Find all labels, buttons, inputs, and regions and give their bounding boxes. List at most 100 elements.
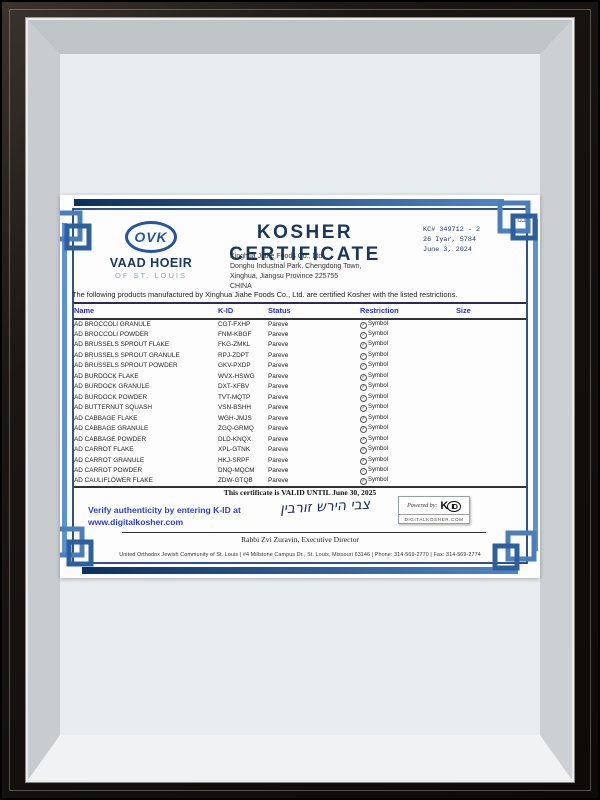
cell-restriction: ✓Symbol xyxy=(360,329,456,340)
certification-statement: The following products manufactured by X… xyxy=(72,290,528,299)
logo-org-subtitle: OF ST. LOUIS xyxy=(96,271,206,280)
table-row: AD BROCCOLI POWDER FNM-KBGF Pareve ✓Symb… xyxy=(74,329,526,340)
kid-logo-k: K xyxy=(440,500,447,512)
col-header-size: Size xyxy=(456,303,526,319)
cell-status: Pareve xyxy=(268,319,360,330)
cell-status: Pareve xyxy=(268,350,360,361)
table-row: AD CABBAGE GRANULE ZGQ-GRMQ Pareve ✓Symb… xyxy=(74,424,526,435)
cell-kid: HKJ-SRPF xyxy=(218,455,268,466)
cell-status: Pareve xyxy=(268,392,360,403)
cell-size xyxy=(456,424,526,435)
table-row: AD CARROT FLAKE XPL-GTNK Pareve ✓Symbol xyxy=(74,445,526,456)
cell-kid: TVT-MQTP xyxy=(218,392,268,403)
restriction-label: Symbol xyxy=(368,352,388,358)
cell-kid: XPL-GTNK xyxy=(218,445,268,456)
digitalkosher-domain: DIGITALKOSHER.COM xyxy=(399,514,469,523)
cell-restriction: ✓Symbol xyxy=(360,455,456,466)
cell-restriction: ✓Symbol xyxy=(360,445,456,456)
cell-name: AD CAULIFLOWER FLAKE xyxy=(74,476,218,487)
cell-name: AD BURDOCK GRANULE xyxy=(74,382,218,393)
table-row: AD CABBAGE POWDER DLD-KNQX Pareve ✓Symbo… xyxy=(74,434,526,445)
cell-name: AD BROCCOLI POWDER xyxy=(74,329,218,340)
circle-check-icon: ✓ xyxy=(360,353,367,360)
kid-powered-badge: Powered by: KID DIGITALKOSHER.COM xyxy=(398,496,470,524)
circle-check-icon: ✓ xyxy=(360,478,367,485)
circle-check-icon: ✓ xyxy=(360,416,367,423)
cell-size xyxy=(456,455,526,466)
table-row: AD BRUSSELS SPROUT FLAKE FKG-ZMKL Pareve… xyxy=(74,340,526,351)
cell-status: Pareve xyxy=(268,455,360,466)
cell-kid: CGT-FXHP xyxy=(218,319,268,330)
cell-restriction: ✓Symbol xyxy=(360,424,456,435)
circle-check-icon: ✓ xyxy=(360,374,367,381)
cell-size xyxy=(456,319,526,330)
cell-restriction: ✓Symbol xyxy=(360,434,456,445)
cell-size xyxy=(456,413,526,424)
cell-kid: GKV-PXDP xyxy=(218,361,268,372)
cell-kid: FNM-KBGF xyxy=(218,329,268,340)
circle-check-icon: ✓ xyxy=(360,342,367,349)
cell-status: Pareve xyxy=(268,403,360,414)
rabbi-signature-script: צבי הירש זורבין xyxy=(235,494,416,519)
cell-name: AD CARROT POWDER xyxy=(74,466,218,477)
table-row: AD BRUSSELS SPROUT POWDER GKV-PXDP Parev… xyxy=(74,361,526,372)
certificate-meta: KC# 349712 - 2 26 Iyar, 5784 June 3, 202… xyxy=(423,226,480,256)
restriction-label: Symbol xyxy=(368,362,388,368)
cell-name: AD BRUSSELS SPROUT GRANULE xyxy=(74,350,218,361)
cell-name: AD BURDOCK FLAKE xyxy=(74,371,218,382)
circle-check-icon: ✓ xyxy=(360,395,367,402)
cell-kid: FKG-ZMKL xyxy=(218,340,268,351)
cell-name: AD CABBAGE GRANULE xyxy=(74,424,218,435)
cell-restriction: ✓Symbol xyxy=(360,403,456,414)
cell-kid: DLD-KNQX xyxy=(218,434,268,445)
signatory-name: Rabbi Zvi Zuravin, Executive Director xyxy=(180,535,420,544)
restriction-label: Symbol xyxy=(368,321,388,327)
cell-size xyxy=(456,403,526,414)
issue-date: June 3, 2024 xyxy=(423,246,480,256)
company-address-block: Xinghua Jiahe Foods Co., Ltd. Donghu Ind… xyxy=(230,252,361,292)
circle-check-icon: ✓ xyxy=(360,405,367,412)
table-header-row: Name K-ID Status Restriction Size xyxy=(74,303,526,319)
cell-size xyxy=(456,434,526,445)
cell-size xyxy=(456,392,526,403)
cell-restriction: ✓Symbol xyxy=(360,382,456,393)
company-address-1: Donghu Industrial Park, Chengdong Town, xyxy=(230,262,361,272)
cell-size xyxy=(456,476,526,487)
cell-kid: WGH-JMJS xyxy=(218,413,268,424)
cell-name: AD CABBAGE POWDER xyxy=(74,434,218,445)
circle-check-icon: ✓ xyxy=(360,468,367,475)
company-name: Xinghua Jiahe Foods Co., Ltd. xyxy=(230,252,361,262)
col-header-kid: K-ID xyxy=(218,303,268,319)
circle-check-icon: ✓ xyxy=(360,447,367,454)
table-row: AD BURDOCK GRANULE DXT-XFBV Pareve ✓Symb… xyxy=(74,382,526,393)
product-table: Name K-ID Status Restriction Size AD BRO… xyxy=(74,302,526,488)
cell-status: Pareve xyxy=(268,329,360,340)
cell-status: Pareve xyxy=(268,413,360,424)
cell-name: AD BURDOCK POWDER xyxy=(74,392,218,403)
col-header-restriction: Restriction xyxy=(360,303,456,319)
cell-kid: VSN-BSHH xyxy=(218,403,268,414)
cell-restriction: ✓Symbol xyxy=(360,466,456,477)
cell-name: AD CARROT FLAKE xyxy=(74,445,218,456)
cell-size xyxy=(456,371,526,382)
cell-restriction: ✓Symbol xyxy=(360,371,456,382)
cell-status: Pareve xyxy=(268,434,360,445)
cell-status: Pareve xyxy=(268,445,360,456)
cell-restriction: ✓Symbol xyxy=(360,392,456,403)
cell-status: Pareve xyxy=(268,476,360,487)
logo-monogram: OVK xyxy=(134,229,167,245)
kc-number: KC# 349712 - 2 xyxy=(423,226,480,236)
restriction-label: Symbol xyxy=(368,341,388,347)
table-row: AD BURDOCK POWDER TVT-MQTP Pareve ✓Symbo… xyxy=(74,392,526,403)
table-row: AD BURDOCK FLAKE WVX-HSWG Pareve ✓Symbol xyxy=(74,371,526,382)
cell-kid: WVX-HSWG xyxy=(218,371,268,382)
company-address-2: Xinghua, Jiangsu Province 225755 xyxy=(230,272,361,282)
signature-rule xyxy=(122,532,486,533)
cell-restriction: ✓Symbol xyxy=(360,361,456,372)
certificate-content: OVK VAAD HOEIR OF ST. LOUIS KOSHER CERTI… xyxy=(60,195,540,578)
circle-check-icon: ✓ xyxy=(360,332,367,339)
circle-check-icon: ✓ xyxy=(360,437,367,444)
kid-logo-id: ID xyxy=(447,501,461,512)
bsd-hebrew-mark: בס"ד xyxy=(511,217,526,224)
cell-restriction: ✓Symbol xyxy=(360,340,456,351)
